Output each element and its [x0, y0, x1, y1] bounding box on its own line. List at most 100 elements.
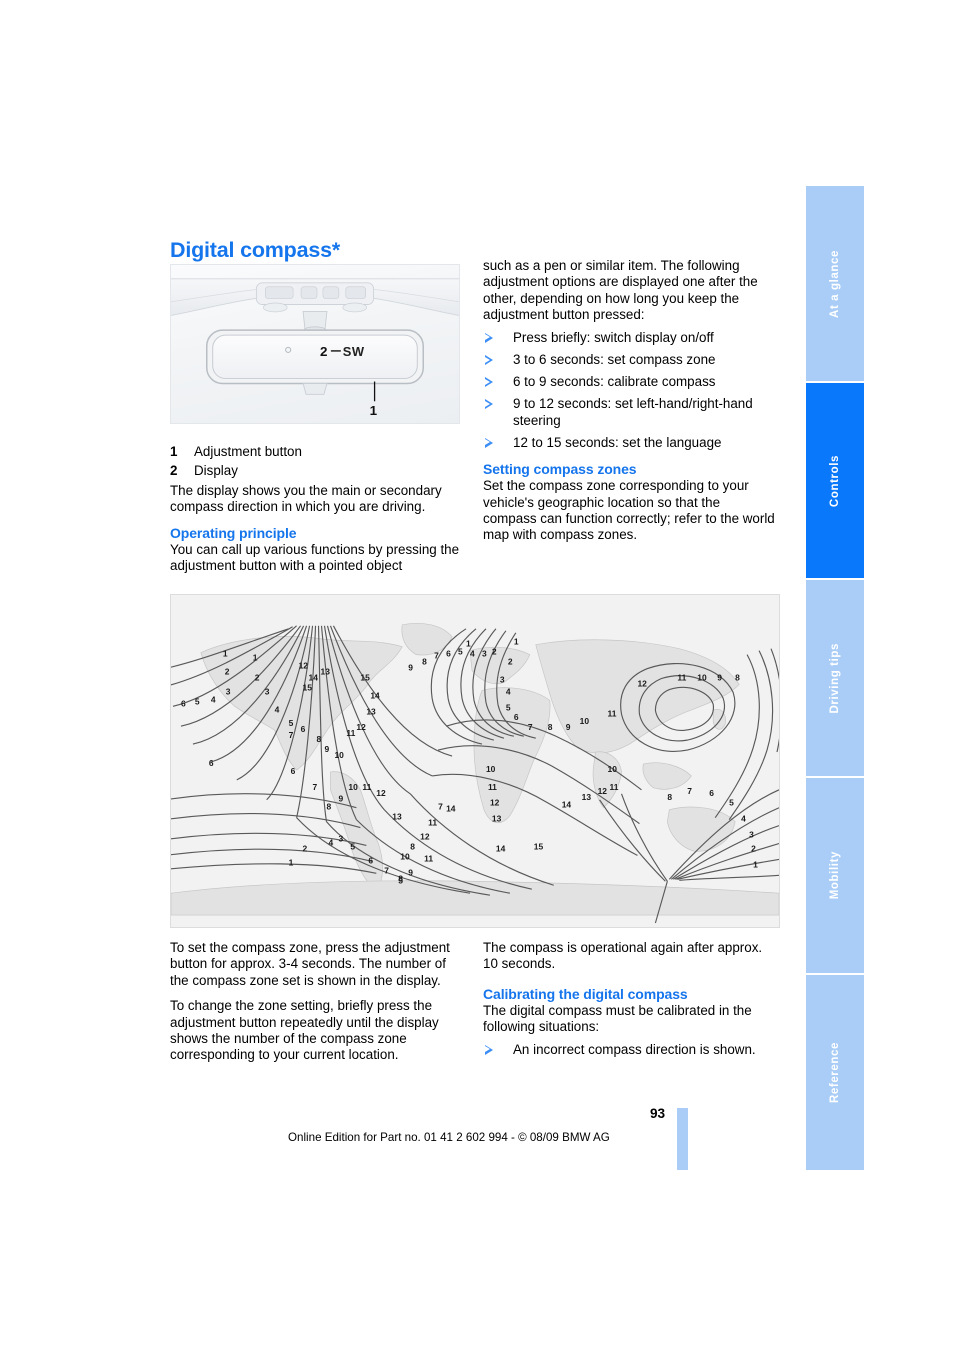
svg-text:11: 11	[428, 818, 437, 828]
tab-label: At a glance	[829, 249, 841, 318]
svg-text:6: 6	[709, 788, 714, 798]
tab-reference[interactable]: Reference	[806, 974, 864, 1171]
svg-text:9: 9	[324, 744, 329, 754]
svg-text:1: 1	[466, 639, 471, 649]
svg-text:1: 1	[514, 637, 519, 647]
svg-text:12: 12	[356, 722, 366, 732]
triangle-bullet-icon	[485, 1044, 493, 1055]
svg-text:4: 4	[275, 704, 280, 714]
svg-text:5: 5	[729, 798, 734, 808]
list-item: 12 to 15 seconds: set the language	[483, 435, 775, 452]
legend-number: 2	[170, 463, 178, 478]
calibrating-intro-paragraph: The digital compass must be calibrated i…	[483, 1002, 752, 1035]
svg-text:8: 8	[735, 672, 740, 682]
svg-text:2: 2	[508, 657, 513, 667]
section-tab-rail: At a glance Controls Driving tips Mobili…	[806, 186, 864, 1171]
list-item: 3 to 6 seconds: set compass zone	[483, 352, 775, 369]
svg-text:8: 8	[548, 722, 553, 732]
svg-text:1: 1	[253, 653, 258, 663]
svg-text:5: 5	[506, 702, 511, 712]
heading-calibrating-digital-compass: Calibrating the digital compass	[483, 985, 688, 1002]
svg-text:7: 7	[528, 722, 533, 732]
calibration-situations-list: An incorrect compass direction is shown.	[483, 1042, 775, 1059]
svg-text:5: 5	[289, 718, 294, 728]
heading-setting-compass-zones: Setting compass zones	[483, 461, 637, 478]
tab-at-a-glance[interactable]: At a glance	[806, 186, 864, 384]
legend-text: Display	[194, 463, 238, 478]
svg-text:10: 10	[348, 782, 358, 792]
tab-label: Driving tips	[829, 642, 841, 714]
tab-driving-tips[interactable]: Driving tips	[806, 580, 864, 778]
triangle-bullet-icon	[485, 398, 493, 409]
svg-text:12: 12	[598, 786, 608, 796]
svg-text:15: 15	[360, 672, 370, 682]
svg-text:12: 12	[299, 661, 309, 671]
left-column-bottom: To set the compass zone, press the adjus…	[170, 940, 460, 1064]
svg-text:10: 10	[486, 764, 496, 774]
svg-text:7: 7	[434, 651, 439, 661]
svg-text:4: 4	[470, 649, 475, 659]
svg-text:10: 10	[334, 750, 344, 760]
svg-text:11: 11	[346, 728, 355, 738]
svg-text:6: 6	[181, 698, 186, 708]
svg-text:6: 6	[446, 649, 451, 659]
svg-text:8: 8	[667, 792, 672, 802]
bottom-right-paragraph-1: The compass is operational again after a…	[483, 940, 763, 972]
svg-text:11: 11	[677, 672, 686, 682]
svg-text:2: 2	[751, 843, 756, 853]
svg-text:3: 3	[338, 834, 343, 844]
tab-label: Mobility	[829, 851, 841, 900]
left-column-top: 1 Adjustment button 2 Display The displa…	[170, 256, 460, 575]
svg-text:6: 6	[514, 712, 519, 722]
svg-text:7: 7	[687, 786, 692, 796]
svg-text:13: 13	[492, 814, 502, 824]
tab-mobility[interactable]: Mobility	[806, 777, 864, 975]
svg-text:4: 4	[328, 838, 333, 848]
svg-text:3: 3	[500, 674, 505, 684]
tab-controls[interactable]: Controls	[806, 383, 864, 581]
legend-text: Adjustment button	[194, 444, 302, 459]
tab-label: Reference	[829, 1041, 841, 1103]
svg-text:12: 12	[376, 788, 386, 798]
svg-text:9: 9	[566, 722, 571, 732]
svg-text:2: 2	[255, 672, 260, 682]
svg-text:12: 12	[490, 798, 500, 808]
svg-text:1: 1	[223, 649, 228, 659]
svg-text:8: 8	[398, 873, 403, 883]
svg-text:13: 13	[392, 812, 402, 822]
svg-text:2: 2	[225, 667, 230, 677]
bottom-left-paragraph-2: To change the zone setting, briefly pres…	[170, 998, 439, 1063]
svg-text:1: 1	[753, 859, 758, 869]
svg-text:11: 11	[362, 782, 371, 792]
svg-text:8: 8	[326, 802, 331, 812]
svg-text:5: 5	[458, 647, 463, 657]
intro-paragraph: The display shows you the main or second…	[170, 483, 442, 515]
list-item: 6 to 9 seconds: calibrate compass	[483, 374, 775, 391]
svg-text:12: 12	[420, 832, 430, 842]
footer-text: Online Edition for Part no. 01 41 2 602 …	[288, 1131, 610, 1144]
svg-text:3: 3	[226, 686, 231, 696]
svg-text:7: 7	[313, 782, 318, 792]
svg-text:4: 4	[211, 694, 216, 704]
svg-text:9: 9	[717, 672, 722, 682]
legend-number: 1	[170, 444, 178, 459]
svg-text:14: 14	[309, 672, 319, 682]
svg-text:14: 14	[446, 804, 456, 814]
list-item-text: 3 to 6 seconds: set compass zone	[513, 351, 716, 367]
footer-accent-bar	[677, 1108, 688, 1170]
svg-text:10: 10	[400, 851, 410, 861]
svg-text:15: 15	[534, 841, 544, 851]
svg-text:5: 5	[195, 696, 200, 706]
svg-text:8: 8	[317, 734, 322, 744]
svg-text:11: 11	[488, 782, 497, 792]
triangle-bullet-icon	[485, 332, 493, 343]
list-item-text: 12 to 15 seconds: set the language	[513, 434, 722, 450]
svg-text:13: 13	[321, 667, 331, 677]
svg-text:5: 5	[350, 841, 355, 851]
svg-text:6: 6	[209, 758, 214, 768]
triangle-bullet-icon	[485, 376, 493, 387]
list-item-text: Press briefly: switch display on/off	[513, 329, 714, 345]
world-map-illustration: 123456 123456 67 89101112 678910 1112 1314…	[171, 595, 779, 927]
setting-zones-paragraph: Set the compass zone corresponding to yo…	[483, 478, 775, 543]
svg-text:1: 1	[289, 857, 294, 867]
